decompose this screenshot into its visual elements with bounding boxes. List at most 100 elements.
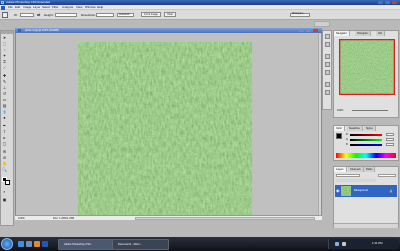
history-brush-icon[interactable]: ↺ <box>2 91 7 96</box>
crop-tool-icon[interactable] <box>2 12 8 18</box>
eraser-tool-icon[interactable]: ▭ <box>2 97 7 102</box>
workspace-label: Workspace <box>292 13 304 15</box>
tab-channels[interactable]: Channels <box>348 167 364 172</box>
palette-well <box>314 21 330 27</box>
tab-info[interactable]: Info <box>376 31 386 36</box>
screen-mode-icon[interactable]: ▣ <box>2 197 7 202</box>
channel-b-field[interactable] <box>386 143 394 146</box>
maximize-button[interactable] <box>385 1 390 4</box>
resolution-unit-select[interactable]: pixels/inch <box>117 13 134 17</box>
channel-b-slider[interactable] <box>350 144 382 146</box>
type-tool-icon[interactable]: T <box>2 129 7 134</box>
magic-wand-tool-icon[interactable]: ✦ <box>2 53 7 58</box>
actions-palette-icon[interactable] <box>325 42 330 47</box>
resolution-field[interactable] <box>96 13 114 17</box>
zoom-level[interactable]: 100% <box>18 217 25 220</box>
tab-layers[interactable]: Layers <box>334 167 347 172</box>
shape-tool-icon[interactable]: ▢ <box>2 141 7 146</box>
document-title: grass-4.jpg @ 100% (RGB/8) <box>25 29 59 32</box>
tab-color[interactable]: Color <box>334 126 345 131</box>
lock-options[interactable] <box>336 179 376 182</box>
marquee-tool-icon[interactable]: ⬚ <box>2 41 7 46</box>
start-button[interactable] <box>1 238 13 250</box>
swap-icon[interactable]: ⇄ <box>37 12 40 17</box>
navigator-panel: Navigator Histogram Info 100% <box>333 30 399 118</box>
minimize-button[interactable] <box>378 1 383 4</box>
quicklaunch-desktop-icon[interactable] <box>26 241 32 247</box>
navigator-zoom-slider[interactable] <box>352 110 388 111</box>
taskbar-item-word[interactable]: Document1 - Micro... <box>112 239 169 250</box>
width-field[interactable] <box>20 13 34 17</box>
tab-histogram[interactable]: Histogram <box>355 31 372 36</box>
grass-image-canvas[interactable] <box>78 42 252 216</box>
tray-volume-icon[interactable] <box>342 242 346 246</box>
background-color-swatch[interactable] <box>5 180 10 185</box>
height-field[interactable] <box>55 13 77 17</box>
doc-info[interactable]: Doc: 1.25M/1.25M <box>53 217 74 220</box>
zoom-tool-icon[interactable]: 🔍 <box>2 167 7 172</box>
document-maximize-button[interactable] <box>306 29 311 32</box>
document-minimize-button[interactable] <box>299 29 304 32</box>
app-icon <box>1 1 4 4</box>
lasso-tool-icon[interactable]: ◌ <box>2 47 7 52</box>
navigator-thumbnail[interactable] <box>339 39 395 95</box>
vertical-scrollbar[interactable] <box>318 34 321 215</box>
gradient-tool-icon[interactable]: ▤ <box>2 103 7 108</box>
layers-panel: Layers Channels Paths ◉ Background 🔒 <box>333 166 399 228</box>
move-tool-icon[interactable]: ➤ <box>2 35 7 40</box>
resolution-label: Resolution: <box>81 13 97 17</box>
pen-tool-icon[interactable]: ✒ <box>2 123 7 128</box>
document-status-bar: 100% Doc: 1.25M/1.25M <box>15 215 322 220</box>
clone-source-palette-icon[interactable] <box>325 70 330 75</box>
front-image-button[interactable]: Front Image <box>141 12 161 17</box>
character-palette-icon[interactable] <box>325 82 330 87</box>
tray-network-icon[interactable] <box>335 242 339 246</box>
color-spectrum-bar[interactable] <box>336 153 396 158</box>
quicklaunch-ie-icon[interactable] <box>18 241 24 247</box>
history-palette-icon[interactable] <box>325 34 330 39</box>
layer-visibility-eye-icon[interactable]: ◉ <box>336 188 340 193</box>
paragraph-palette-icon[interactable] <box>325 90 330 95</box>
tab-paths[interactable]: Paths <box>364 167 376 172</box>
eyedropper-tool-icon[interactable]: ⊘ <box>2 155 7 160</box>
clock[interactable]: 1:31 PM <box>372 241 382 245</box>
toolbox-header <box>1 31 13 34</box>
layer-row-background[interactable]: ◉ Background 🔒 <box>335 185 397 197</box>
clone-stamp-icon[interactable]: ⊥ <box>2 85 7 90</box>
tab-swatches[interactable]: Swatches <box>347 126 363 131</box>
tab-navigator[interactable]: Navigator <box>334 31 350 36</box>
color-foreground-swatch[interactable] <box>336 133 342 139</box>
channel-g-slider[interactable] <box>350 139 382 141</box>
quicklaunch-photoshop-icon[interactable] <box>42 241 48 247</box>
layer-name[interactable]: Background <box>354 189 368 192</box>
notes-tool-icon[interactable]: ✉ <box>2 149 7 154</box>
path-selection-icon[interactable]: ▸ <box>2 135 7 140</box>
channel-g-field[interactable] <box>386 138 394 141</box>
quicklaunch-media-icon[interactable] <box>34 241 40 247</box>
brush-tool-icon[interactable]: ✎ <box>2 79 7 84</box>
toolbox: ➤ ⬚ ◌ ✦ ⌗ ⟋ ✚ ✎ ⊥ ↺ ▭ ▤ 💧 ● ✒ T ▸ ▢ ✉ ⊘ … <box>0 30 14 226</box>
healing-brush-icon[interactable]: ✚ <box>2 73 7 78</box>
quick-mask-icon[interactable]: ◐ <box>2 189 7 194</box>
channel-g-label: G <box>346 138 348 141</box>
clear-button[interactable]: Clear <box>164 12 176 17</box>
slice-tool-icon[interactable]: ⟋ <box>2 65 7 70</box>
document-close-button[interactable] <box>313 29 318 32</box>
close-button[interactable] <box>392 1 397 4</box>
blend-mode-select[interactable] <box>336 174 360 177</box>
tab-styles[interactable]: Styles <box>364 126 376 131</box>
channel-r-field[interactable] <box>386 133 394 136</box>
brushes-palette-icon[interactable] <box>325 54 330 59</box>
channel-r-slider[interactable] <box>350 134 382 136</box>
navigator-zoom[interactable]: 100% <box>337 109 343 112</box>
opacity-field[interactable] <box>378 174 396 177</box>
blur-tool-icon[interactable]: 💧 <box>2 109 7 114</box>
hand-tool-icon[interactable]: ✋ <box>2 161 7 166</box>
horizontal-scrollbar[interactable] <box>135 217 315 220</box>
taskbar-item-photoshop[interactable]: Adobe Photoshop CS3... <box>58 239 117 250</box>
dodge-tool-icon[interactable]: ● <box>2 115 7 120</box>
document-icon <box>18 29 21 32</box>
crop-tool-icon-2[interactable]: ⌗ <box>2 59 7 64</box>
ps-logo-icon <box>1 5 5 10</box>
tool-presets-palette-icon[interactable] <box>325 62 330 67</box>
